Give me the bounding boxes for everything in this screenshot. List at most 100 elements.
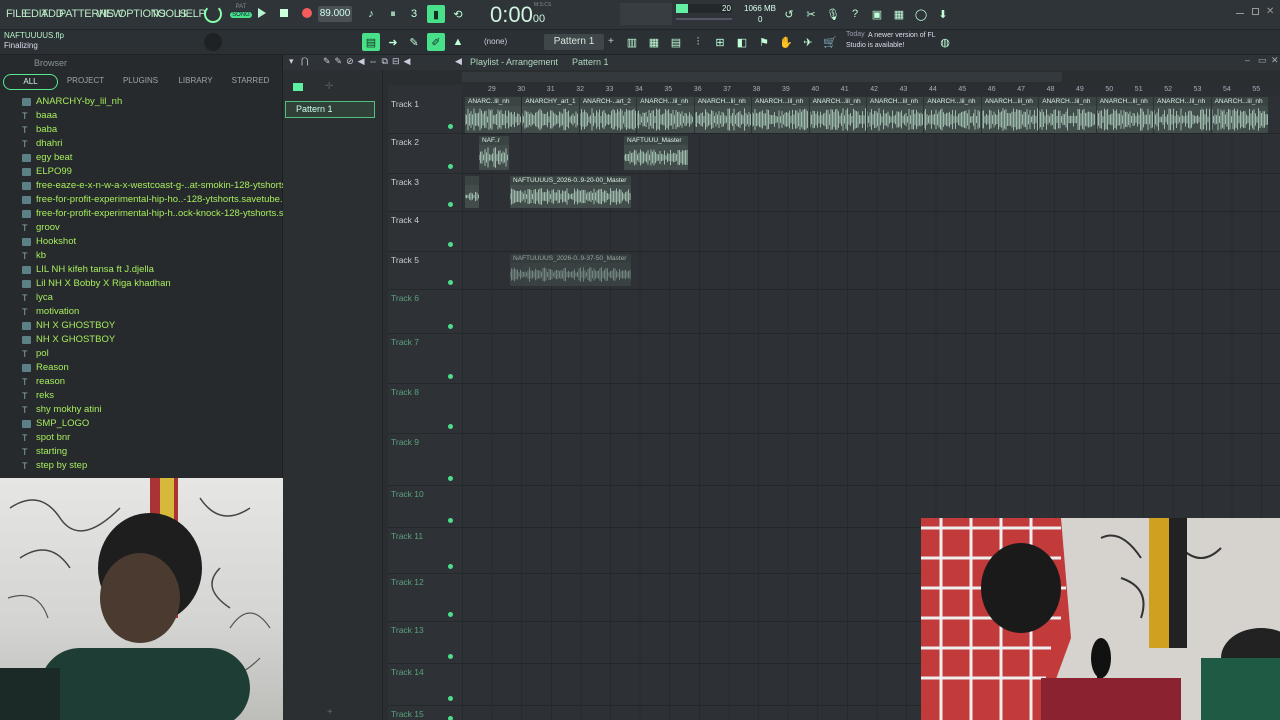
track-header[interactable]: Track 6 xyxy=(388,290,462,334)
browser-item[interactable]: Tstep by step xyxy=(0,459,283,473)
audio-clip[interactable]: ANARCH...lil_nh xyxy=(1096,97,1154,133)
mix-icon[interactable]: ✈ xyxy=(799,33,817,51)
track-mute-led[interactable] xyxy=(448,654,453,659)
track-header[interactable]: Track 9 xyxy=(388,434,462,486)
track-header[interactable]: Track 4 xyxy=(388,212,462,252)
browser-item[interactable]: free-for-profit-experimental-hip-ho..-12… xyxy=(0,193,283,207)
track-lane[interactable] xyxy=(462,434,1280,486)
master-volume-slider[interactable] xyxy=(676,18,732,20)
wait-input-icon[interactable]: ⏸ xyxy=(384,5,402,23)
browser-item[interactable]: Tkb xyxy=(0,249,283,263)
pattern-view-icon[interactable] xyxy=(293,83,303,91)
pattern-selector[interactable]: Pattern 1 xyxy=(544,34,604,50)
channel-icon[interactable]: ▲ xyxy=(449,33,467,51)
playlist-close-icon[interactable]: ✕ xyxy=(1271,55,1279,66)
pattern-item[interactable]: Pattern 1 xyxy=(285,101,375,118)
track-mute-led[interactable] xyxy=(448,518,453,523)
browser-item[interactable]: ANARCHY-by_lil_nh xyxy=(0,95,283,109)
mic-icon[interactable]: 🎙 xyxy=(824,5,842,23)
browser-item[interactable]: Tpol xyxy=(0,347,283,361)
track-header[interactable]: Track 5 xyxy=(388,252,462,290)
browser-item[interactable]: Tbaaa xyxy=(0,109,283,123)
track-mute-led[interactable] xyxy=(448,280,453,285)
browser-item[interactable]: Tlyca xyxy=(0,291,283,305)
close-window-icon[interactable]: ✕ xyxy=(1266,6,1274,17)
shop-icon[interactable]: 🛒 xyxy=(821,33,839,51)
tempo-knob-icon[interactable] xyxy=(204,5,222,23)
add-pattern-icon[interactable]: + xyxy=(608,36,614,47)
browser-item[interactable]: Hookshot xyxy=(0,235,283,249)
undo-icon[interactable]: ↺ xyxy=(780,5,798,23)
midi-icon[interactable]: ▦ xyxy=(890,5,908,23)
menu-help[interactable]: HELP xyxy=(178,8,206,20)
track-mute-led[interactable] xyxy=(448,374,453,379)
audio-clip[interactable]: NAFTUUUUS_2026-0..9-20-00_Master xyxy=(510,176,631,208)
track-header[interactable]: Track 2 xyxy=(388,134,462,174)
browser-item[interactable]: free-for-profit-experimental-hip-h..ock-… xyxy=(0,207,283,221)
browser-item[interactable]: Tgroov xyxy=(0,221,283,235)
maximize-window-icon[interactable] xyxy=(1252,8,1259,15)
mixer-icon[interactable]: ▥ xyxy=(623,33,641,51)
time-display[interactable]: 0:0000 M:S:CS xyxy=(490,2,560,28)
browser-item[interactable]: free-eaze-e-x-n-w-a-x-westcoast-g-..at-s… xyxy=(0,179,283,193)
play-button[interactable] xyxy=(258,8,266,18)
browser-item[interactable]: Tmotivation xyxy=(0,305,283,319)
track-mute-led[interactable] xyxy=(448,476,453,481)
browser-item[interactable]: Tspot bnr xyxy=(0,431,283,445)
tab-plugins[interactable]: PLUGINS xyxy=(113,74,168,90)
browser-item[interactable]: LIL NH kifeh tansa ft J.djella xyxy=(0,263,283,277)
track-mute-led[interactable] xyxy=(448,164,453,169)
audio-clip[interactable]: ANARCH...lil_nh xyxy=(1211,97,1268,133)
track-mute-led[interactable] xyxy=(448,202,453,207)
browser-item[interactable]: Tbaba xyxy=(0,123,283,137)
cut-icon[interactable]: ✂ xyxy=(802,5,820,23)
track-mute-led[interactable] xyxy=(448,564,453,569)
playlist-pattern[interactable]: Pattern 1 xyxy=(572,57,609,67)
metronome-icon[interactable]: ♪ xyxy=(362,5,380,23)
pattern-add-bottom-icon[interactable]: + xyxy=(327,707,333,718)
browser-item[interactable]: Tshy mokhy atini xyxy=(0,403,283,417)
tab-library[interactable]: LIBRARY xyxy=(168,74,223,90)
download-icon[interactable]: ⬇ xyxy=(934,5,952,23)
track-mute-led[interactable] xyxy=(448,612,453,617)
browser-item[interactable]: Treason xyxy=(0,375,283,389)
audio-clip[interactable]: NAFTUUUUS_2026-0..9-37-50_Master xyxy=(510,254,631,286)
track-header[interactable]: Track 1 xyxy=(388,96,462,134)
track-header[interactable]: Track 15 xyxy=(388,706,462,720)
browser-item[interactable]: NH X GHOSTBOY xyxy=(0,319,283,333)
plugin-picker-icon[interactable]: ⚑ xyxy=(755,33,773,51)
audio-clip[interactable]: ANARCH...lil_nh xyxy=(1039,97,1096,133)
pat-song-toggle[interactable]: PAT SONG xyxy=(230,4,252,26)
channel-rack-icon[interactable]: ▦ xyxy=(645,33,663,51)
touch-keyboard-icon[interactable]: ✋ xyxy=(777,33,795,51)
audio-clip[interactable]: ANARCH...lil_nh xyxy=(981,97,1039,133)
loop-record-icon[interactable]: ⟲ xyxy=(449,5,467,23)
track-header[interactable]: Track 14 xyxy=(388,664,462,706)
track-lane[interactable] xyxy=(462,212,1280,252)
track-lane[interactable] xyxy=(462,134,1280,174)
track-header[interactable]: Track 13 xyxy=(388,622,462,664)
draw-tool-icon[interactable]: ✎ xyxy=(405,33,423,51)
track-lane[interactable] xyxy=(462,334,1280,384)
audio-clip[interactable]: ANARCH-..art_2 xyxy=(579,97,637,133)
audio-clip[interactable]: ANARCHY_art_1 xyxy=(522,97,579,133)
browser-item[interactable]: ELPO99 xyxy=(0,165,283,179)
playlist-maximize-icon[interactable]: ▭ xyxy=(1258,55,1267,66)
channel-selector[interactable]: (none) xyxy=(472,35,532,49)
tab-all[interactable]: ALL xyxy=(3,74,58,90)
magnet-icon[interactable]: ⋂ xyxy=(301,56,308,67)
browser-item[interactable]: Tstarting xyxy=(0,445,283,459)
audio-clip[interactable]: ANARCH...lil_nh xyxy=(637,97,694,133)
minimize-window-icon[interactable] xyxy=(1236,13,1244,14)
audio-clip[interactable]: ANARCH...lil_nh xyxy=(752,97,809,133)
audio-clip[interactable]: NAF..r xyxy=(479,136,509,170)
tab-project[interactable]: PROJECT xyxy=(58,74,113,90)
piano-roll-icon[interactable]: ▤ xyxy=(667,33,685,51)
record-button[interactable] xyxy=(302,8,312,18)
browser-item[interactable]: Treks xyxy=(0,389,283,403)
playlist-scroll-strip[interactable] xyxy=(462,72,1062,82)
playlist-speaker-icon[interactable]: ◀ xyxy=(455,56,462,67)
track-lane[interactable] xyxy=(462,290,1280,334)
track-mute-led[interactable] xyxy=(448,716,453,720)
track-mute-led[interactable] xyxy=(448,324,453,329)
